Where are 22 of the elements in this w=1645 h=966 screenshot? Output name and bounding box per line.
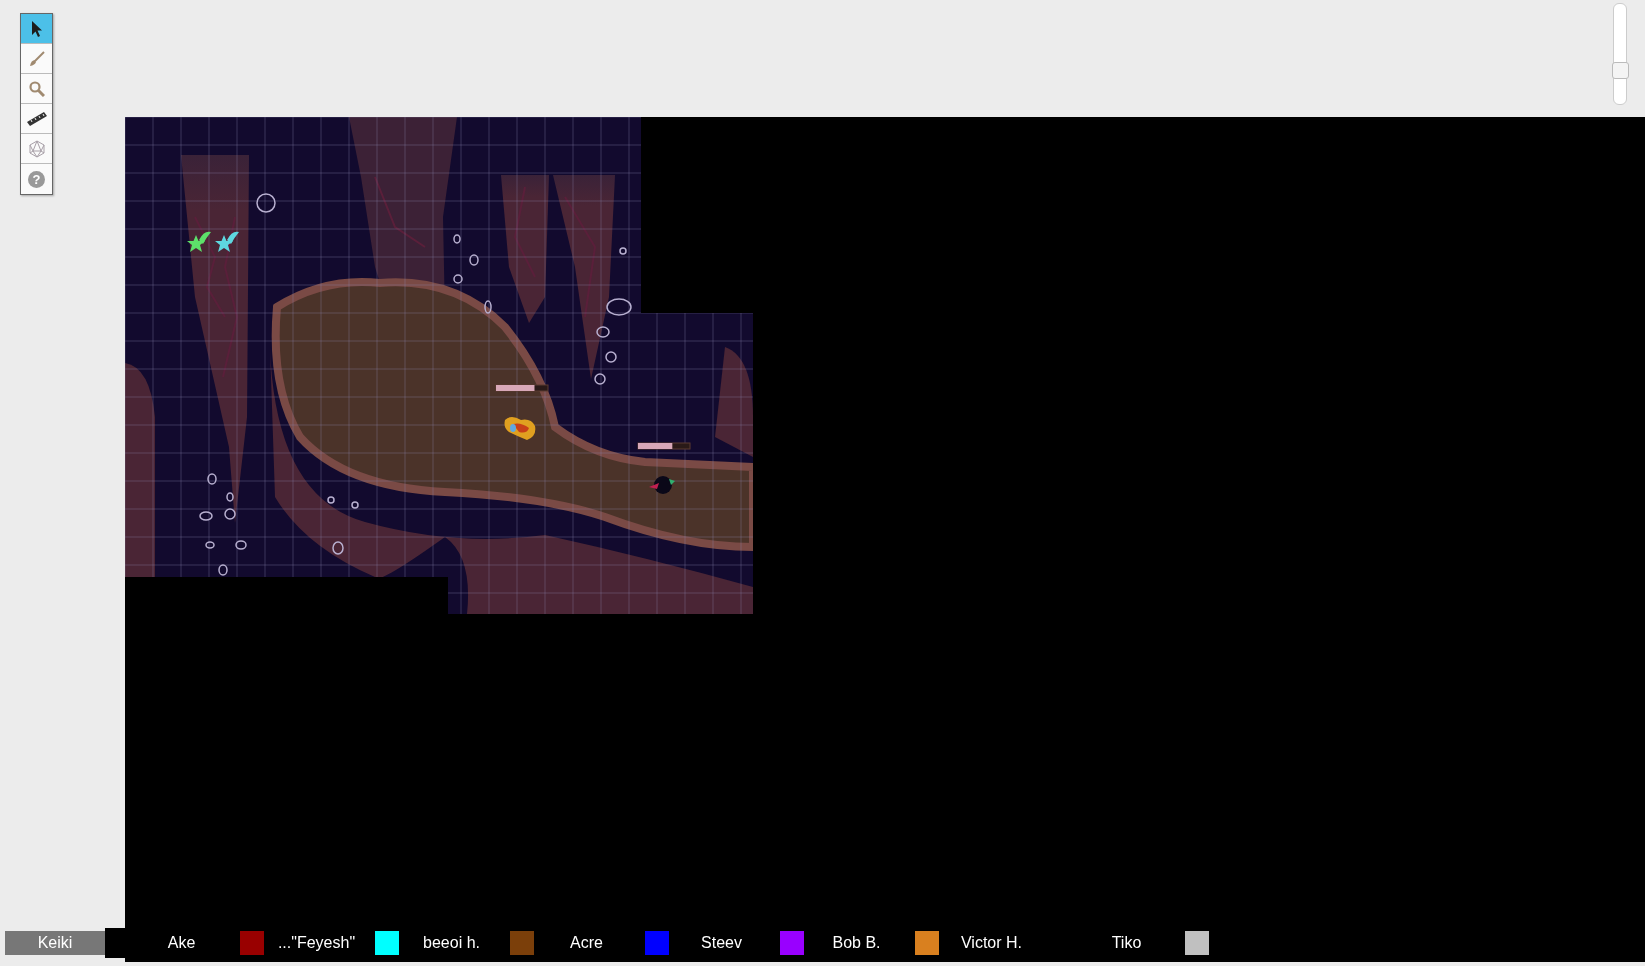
star-creature-token[interactable] [215, 231, 239, 252]
player-name[interactable]: Ake [129, 934, 234, 952]
star-creature-token[interactable] [187, 231, 211, 252]
search-icon [28, 80, 45, 97]
brush-icon [28, 50, 45, 67]
cursor-icon [30, 20, 43, 37]
zoom-slider[interactable] [1613, 3, 1627, 105]
dice-icon [27, 139, 46, 158]
ruler-tool-button[interactable] [21, 104, 52, 134]
flame-creature-token[interactable] [504, 417, 536, 440]
player-name[interactable]: Steev [669, 934, 774, 952]
current-player-name[interactable]: Keiki [5, 931, 105, 955]
player-name[interactable]: Acre [534, 934, 639, 952]
player-name[interactable]: beeoi h. [399, 934, 504, 952]
player-name[interactable]: ..."Feyesh" [264, 934, 369, 952]
ruler-icon [26, 111, 47, 126]
pointer-tool-button[interactable] [21, 14, 52, 44]
slider-thumb[interactable] [1612, 61, 1629, 79]
player-name[interactable]: Victor H. [939, 934, 1044, 952]
player-name[interactable]: Tiko [1074, 934, 1179, 952]
player-name[interactable]: Bob B. [804, 934, 909, 952]
dark-creature-token[interactable] [649, 476, 675, 494]
